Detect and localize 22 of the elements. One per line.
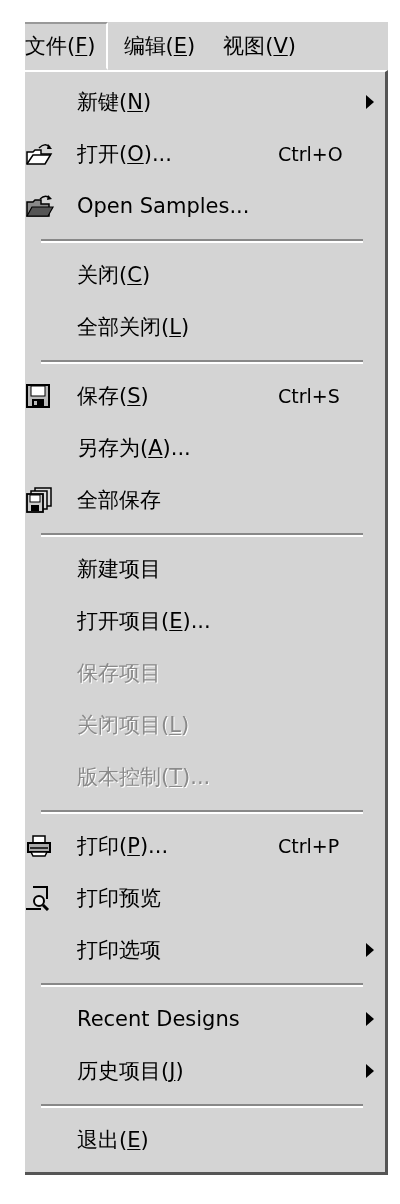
menu-item[interactable]: Recent Designs bbox=[77, 1007, 240, 1031]
shortcut-label: Ctrl+S bbox=[278, 385, 340, 407]
menu-item[interactable]: 打印预览 bbox=[77, 884, 161, 912]
menu-item[interactable]: 历史项目(J) bbox=[77, 1057, 184, 1085]
menu-item[interactable]: 关闭(C) bbox=[77, 261, 151, 289]
menu-item[interactable]: 全部关闭(L) bbox=[77, 313, 190, 341]
menu-item[interactable]: Open Samples... bbox=[77, 194, 250, 218]
menu-item[interactable]: 退出(E) bbox=[77, 1126, 149, 1154]
shortcut-label: Ctrl+O bbox=[278, 143, 343, 165]
menu-bar-item[interactable]: 视图(V) bbox=[221, 22, 308, 70]
menu-item[interactable]: 另存为(A)... bbox=[77, 434, 191, 462]
menu-item[interactable]: 新键(N) bbox=[77, 88, 152, 116]
menu-item[interactable]: 打印(P)... bbox=[77, 832, 169, 860]
menu-item[interactable]: 新建项目 bbox=[77, 555, 161, 583]
menu-item[interactable]: 打印选项 bbox=[77, 936, 161, 964]
folder-icon bbox=[25, 194, 55, 218]
shortcut-label: Ctrl+P bbox=[278, 835, 340, 857]
menu-item[interactable]: 打开(O)... bbox=[77, 140, 172, 168]
menu-bar-item[interactable]: 编辑(E) bbox=[121, 22, 208, 70]
menu-item[interactable]: 保存(S) bbox=[77, 382, 149, 410]
menu-item[interactable]: 打开项目(E)... bbox=[77, 607, 211, 635]
menu-item[interactable]: 全部保存 bbox=[77, 486, 161, 514]
